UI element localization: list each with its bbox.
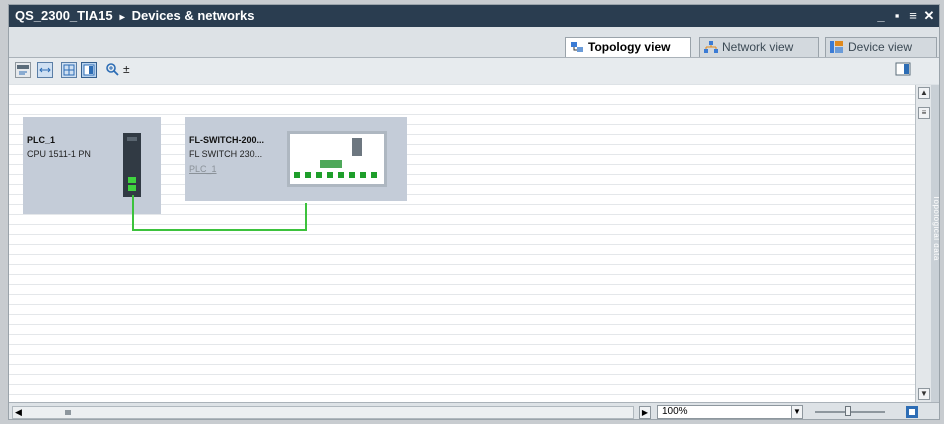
devices-networks-window: QS_2300_TIA15 ▸ Devices & networks _ ▪ ≡ ✕…: [8, 4, 940, 420]
tab-label: Device view: [848, 40, 913, 54]
hardware-sync-icon[interactable]: [15, 62, 31, 78]
breadcrumb-separator: ▸: [119, 12, 125, 23]
zoom-slider-handle[interactable]: [845, 406, 851, 416]
panel-toggle-icon[interactable]: [895, 62, 911, 76]
toolbar: ±: [9, 58, 939, 84]
tab-network-view[interactable]: Network view: [699, 37, 819, 57]
window-controls: _ ▪ ≡ ✕: [875, 5, 935, 27]
window-titlebar: QS_2300_TIA15 ▸ Devices & networks _ ▪ ≡ ✕: [9, 5, 939, 27]
scroll-down-button[interactable]: ▼: [918, 388, 930, 400]
topology-icon: [571, 42, 583, 52]
minimize-button[interactable]: _: [875, 5, 887, 27]
zoom-slider[interactable]: [815, 406, 885, 416]
zoom-field[interactable]: 100%: [657, 405, 797, 419]
vertical-scrollbar[interactable]: ▲ ≡ ▼: [915, 85, 931, 402]
navigator-icon[interactable]: [905, 405, 919, 419]
close-button[interactable]: ✕: [923, 5, 935, 27]
tab-topology-view[interactable]: Topology view: [565, 37, 691, 57]
zoom-suffix[interactable]: ±: [123, 62, 130, 76]
scroll-right-button[interactable]: ▶: [639, 406, 651, 419]
side-panel-label: Topological data: [932, 195, 940, 261]
tab-label: Network view: [722, 40, 794, 54]
topology-canvas[interactable]: PLC_1 CPU 1511-1 PN FL-SWITCH-200... FL …: [9, 85, 915, 402]
zoom-value: 100%: [662, 406, 688, 417]
topological-data-panel[interactable]: Topological data: [931, 85, 940, 402]
zoom-icon[interactable]: [105, 62, 121, 78]
scroll-thumb[interactable]: ≡: [918, 107, 930, 119]
project-name: QS_2300_TIA15: [15, 8, 113, 23]
scroll-left-button[interactable]: ◀: [15, 407, 22, 418]
view-tabs: Topology view Network view Device view: [9, 27, 939, 58]
device-icon: [830, 41, 843, 53]
tab-label: Topology view: [588, 40, 671, 54]
status-bar: ◀ ▶ 100% ▼: [9, 402, 939, 419]
float-button[interactable]: ≡: [907, 5, 919, 27]
zoom-dropdown-button[interactable]: ▼: [791, 405, 803, 419]
fit-icon[interactable]: [37, 62, 53, 78]
overview-icon[interactable]: [81, 62, 97, 78]
tab-device-view[interactable]: Device view: [825, 37, 937, 57]
scroll-up-button[interactable]: ▲: [918, 87, 930, 99]
restore-button[interactable]: ▪: [891, 5, 903, 27]
window-title: Devices & networks: [131, 8, 255, 23]
grid-icon[interactable]: [61, 62, 77, 78]
horizontal-scrollbar[interactable]: ◀: [12, 406, 634, 419]
network-icon: [704, 41, 718, 53]
ethernet-link[interactable]: [9, 85, 915, 402]
scroll-thumb[interactable]: [65, 410, 71, 415]
